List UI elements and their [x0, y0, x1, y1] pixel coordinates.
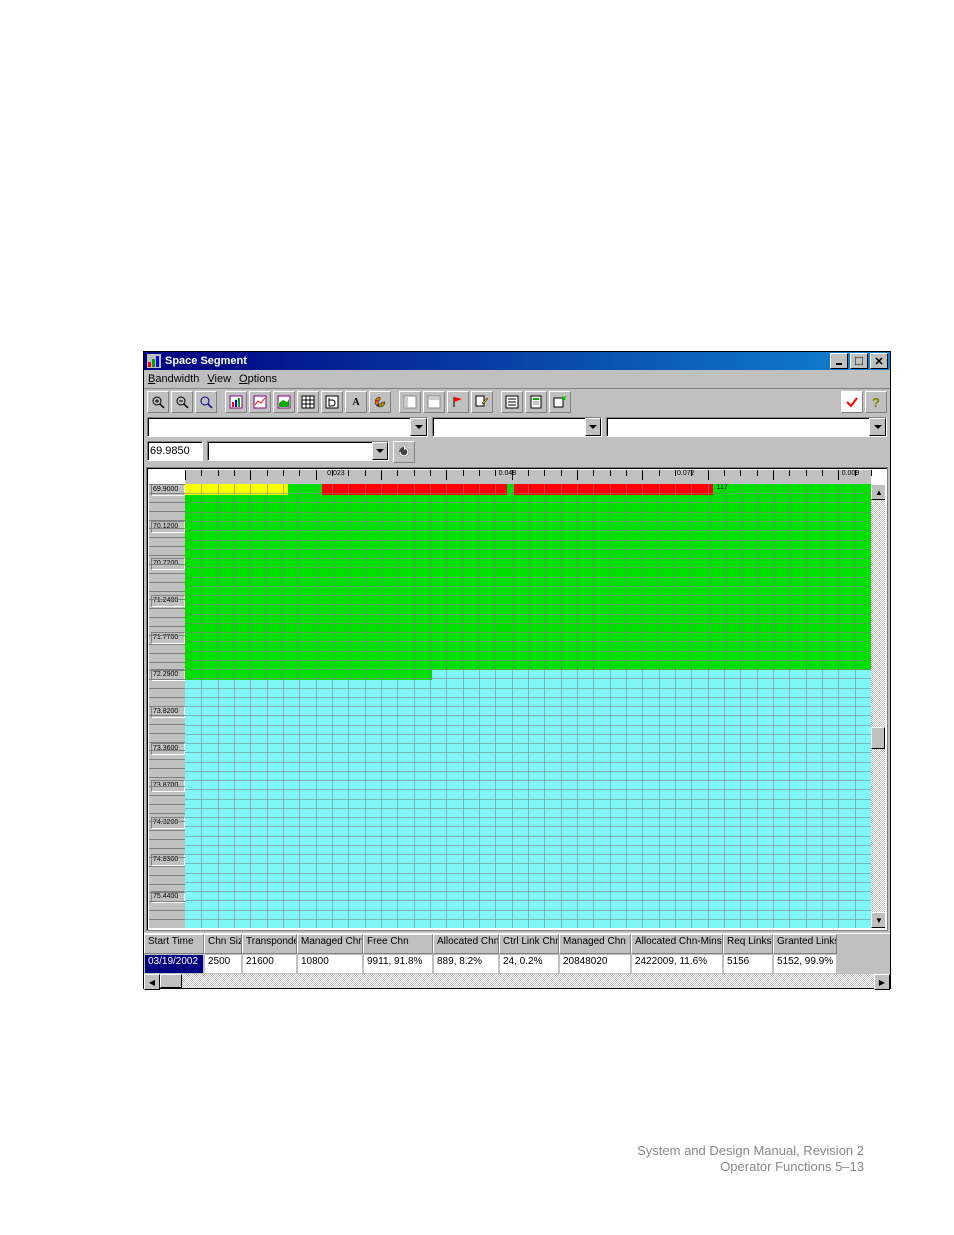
plot-container: 0.0230.0480.0720.009 69.900070.120070.72… — [144, 465, 890, 933]
scroll-left-button[interactable]: ◀ — [144, 974, 160, 990]
window-title: Space Segment — [165, 355, 247, 367]
y-tick-label: 74.8300 — [151, 854, 185, 866]
zoom-in-button[interactable] — [147, 391, 169, 413]
x-axis: 0.023 0.048 0.072 0.009 — [185, 470, 871, 484]
y-axis: 69.900070.120070.720071.240071.770072.29… — [149, 484, 185, 928]
toolbar-main: A ? — [144, 389, 890, 415]
x-tick-label: 0.072 — [677, 470, 695, 477]
vertical-scrollbar[interactable]: ▲ ▼ — [871, 484, 885, 928]
plot-area[interactable]: 117 — [185, 484, 871, 928]
filter-combo-2[interactable] — [432, 417, 602, 437]
table-cell: 9911, 91.8% — [363, 954, 433, 974]
palette-button[interactable] — [369, 391, 391, 413]
table-cell: 5156 — [723, 954, 773, 974]
scroll-thumb-h[interactable] — [160, 974, 182, 988]
edit-button[interactable] — [471, 391, 493, 413]
table-cell: 20848020 — [559, 954, 631, 974]
maximize-button[interactable] — [850, 353, 868, 369]
layout-2-button[interactable] — [423, 391, 445, 413]
layout-1-button[interactable] — [399, 391, 421, 413]
table-header[interactable]: Allocated Chn — [433, 934, 499, 954]
y-tick-label: 70.1200 — [151, 521, 185, 533]
app-window: Space Segment Bandwidth View Options A — [143, 351, 891, 989]
y-tick-label: 69.9000 — [151, 484, 185, 496]
label-button[interactable] — [321, 391, 343, 413]
footer-line-2: Operator Functions 5–13 — [0, 1159, 864, 1175]
x-tick-label: 0.048 — [499, 470, 517, 477]
chart-area-button[interactable] — [273, 391, 295, 413]
table-cell: 24, 0.2% — [499, 954, 559, 974]
table-cell: 10800 — [297, 954, 363, 974]
apply-button[interactable] — [841, 391, 863, 413]
refresh-button[interactable] — [393, 441, 415, 463]
table-header[interactable]: Granted Links — [773, 934, 837, 954]
table-header[interactable]: Transponder — [242, 934, 297, 954]
bandwidth-plot: 0.0230.0480.0720.009 69.900070.120070.72… — [146, 467, 888, 931]
titlebar: Space Segment — [144, 352, 890, 370]
chevron-down-icon[interactable] — [410, 418, 427, 436]
menu-options[interactable]: Options — [239, 373, 277, 385]
zoom-fit-button[interactable] — [195, 391, 217, 413]
chevron-down-icon[interactable] — [869, 418, 886, 436]
filter-combo-1[interactable] — [147, 417, 428, 437]
scroll-down-button[interactable]: ▼ — [871, 912, 885, 928]
grid-button[interactable] — [297, 391, 319, 413]
zoom-out-button[interactable] — [171, 391, 193, 413]
scroll-right-button[interactable]: ▶ — [874, 974, 890, 990]
freq-row: 69.9850 — [144, 439, 890, 465]
table-header[interactable]: Chn Size — [204, 934, 242, 954]
table-header[interactable]: Req Links — [723, 934, 773, 954]
menu-bandwidth[interactable]: Bandwidth — [148, 373, 199, 385]
band-marker-label: 117 — [717, 484, 728, 491]
table-cell: 21600 — [242, 954, 297, 974]
chart-bar-button[interactable] — [225, 391, 247, 413]
horizontal-scrollbar[interactable]: ◀ ▶ — [144, 974, 890, 988]
export-button[interactable] — [549, 391, 571, 413]
chevron-down-icon[interactable] — [372, 442, 388, 460]
table-header[interactable]: Allocated Chn-Mins — [631, 934, 723, 954]
chevron-down-icon[interactable] — [585, 418, 601, 436]
minimize-button[interactable] — [830, 353, 848, 369]
help-button[interactable]: ? — [865, 391, 887, 413]
y-tick-label: 74.3200 — [151, 817, 185, 829]
table-cell: 5152, 99.9% — [773, 954, 837, 974]
table-cell: 2500 — [204, 954, 242, 974]
footer-line-1: System and Design Manual, Revision 2 — [0, 1143, 864, 1159]
y-tick-label: 71.7700 — [151, 632, 185, 644]
report-button[interactable] — [525, 391, 547, 413]
filter-row — [144, 415, 890, 439]
menu-view[interactable]: View — [207, 373, 231, 385]
table-cell: 889, 8.2% — [433, 954, 499, 974]
menubar: Bandwidth View Options — [144, 370, 890, 389]
frequency-input[interactable]: 69.9850 — [147, 441, 203, 461]
y-tick-label: 73.8200 — [151, 706, 185, 718]
table-header[interactable]: Managed Chn — [297, 934, 363, 954]
close-button[interactable] — [870, 353, 888, 369]
table-header[interactable]: Ctrl Link Chn — [499, 934, 559, 954]
app-icon — [147, 354, 161, 368]
chart-line-button[interactable] — [249, 391, 271, 413]
table-header[interactable]: Free Chn — [363, 934, 433, 954]
flag-button[interactable] — [447, 391, 469, 413]
table-cell: 03/19/2002 — [144, 954, 204, 974]
list-button[interactable] — [501, 391, 523, 413]
scroll-up-button[interactable]: ▲ — [871, 484, 885, 500]
y-tick-label: 71.2400 — [151, 595, 185, 607]
filter-combo-3[interactable] — [606, 417, 887, 437]
x-tick-label: 0.023 — [327, 470, 345, 477]
table-header[interactable]: Start Time — [144, 934, 204, 954]
x-tick-label: 0.009 — [842, 470, 860, 477]
stats-table: Start Time03/19/2002Chn Size2500Transpon… — [144, 933, 890, 974]
scroll-thumb[interactable] — [871, 727, 885, 749]
page-footer: System and Design Manual, Revision 2 Ope… — [0, 1143, 954, 1175]
table-cell: 2422009, 11.6% — [631, 954, 723, 974]
y-tick-label: 73.3600 — [151, 743, 185, 755]
text-button[interactable]: A — [345, 391, 367, 413]
carrier-combo[interactable] — [207, 441, 389, 461]
table-header[interactable]: Managed Chn — [559, 934, 631, 954]
